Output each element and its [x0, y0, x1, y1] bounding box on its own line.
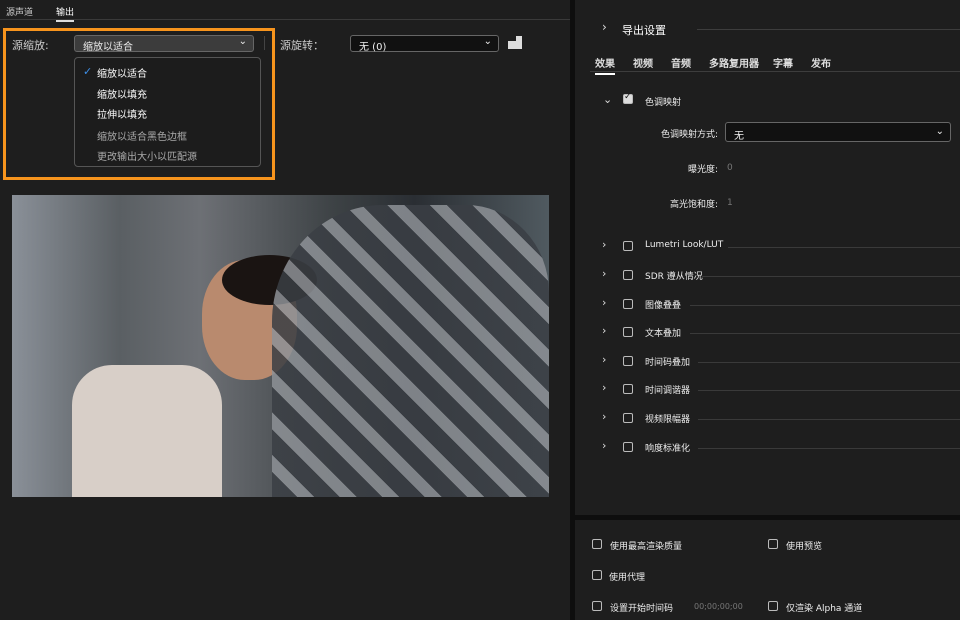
divider — [690, 305, 960, 306]
chevron-down-icon[interactable]: ⌄ — [603, 93, 612, 106]
chevron-right-icon[interactable]: › — [602, 296, 606, 309]
checkmark-icon: ✓ — [83, 65, 93, 78]
checkbox[interactable] — [623, 442, 633, 452]
tab-output[interactable]: 输出 — [56, 5, 75, 22]
checkbox[interactable] — [623, 327, 633, 337]
exposure-value[interactable]: 0 — [727, 163, 733, 173]
start-timecode-label: 设置开始时间码 — [610, 604, 674, 614]
chevron-down-icon: ⌄ — [483, 36, 492, 47]
checkbox[interactable] — [623, 413, 633, 423]
source-rotate-value: 无 (0) — [359, 42, 387, 53]
checkbox[interactable] — [623, 299, 633, 309]
source-rotate-select[interactable]: 无 (0) ⌄ — [350, 35, 499, 53]
use-proxy-label: 使用代理 — [609, 573, 646, 583]
section-title: SDR 遵从情况 — [645, 272, 703, 282]
tone-mapping-checkbox[interactable] — [623, 92, 633, 104]
chevron-right-icon[interactable]: › — [602, 238, 606, 251]
source-rotate-label: 源旋转： — [280, 39, 324, 52]
max-quality-label: 使用最高渲染质量 — [610, 542, 683, 552]
section-title: 视频限幅器 — [645, 415, 691, 425]
section-video-limiter[interactable]: › 视频限幅器 — [575, 410, 960, 430]
divider — [698, 419, 960, 420]
chevron-right-icon[interactable]: › — [602, 20, 607, 34]
tab-effects[interactable]: 效果 — [595, 55, 615, 75]
divider — [690, 333, 960, 334]
start-timecode-checkbox[interactable] — [592, 601, 602, 611]
chevron-right-icon[interactable]: › — [602, 353, 606, 366]
divider — [698, 390, 960, 391]
section-text-overlay[interactable]: › 文本叠加 — [575, 324, 960, 344]
menu-item-scale-to-fill[interactable]: 缩放以填充 — [97, 86, 147, 101]
divider — [697, 29, 960, 30]
section-loudness[interactable]: › 响度标准化 — [575, 439, 960, 459]
left-tabs: 源声道 输出 — [0, 0, 570, 22]
tab-publish[interactable]: 发布 — [811, 55, 831, 70]
section-image-overlay[interactable]: › 图像叠叠 — [575, 296, 960, 316]
source-scale-dropdown-menu: ✓ 缩放以适合 缩放以填充 拉伸以填充 缩放以适合黑色边框 更改输出大小以匹配源 — [74, 57, 261, 167]
divider — [590, 71, 960, 72]
chevron-right-icon[interactable]: › — [602, 267, 606, 280]
source-scale-value: 缩放以适合 — [83, 42, 133, 53]
rotate-icon[interactable] — [508, 36, 523, 50]
tone-mapping-title: 色调映射 — [645, 98, 682, 108]
source-output-panel: 源声道 输出 源缩放: 缩放以适合 ⌄ 源旋转： 无 (0) ⌄ ✓ 缩放以适合… — [0, 0, 570, 620]
exposure-label: 曝光度: — [687, 165, 718, 175]
menu-item-change-output-size[interactable]: 更改输出大小以匹配源 — [97, 148, 197, 163]
highlight-saturation-value[interactable]: 1 — [727, 198, 733, 208]
menu-item-stretch-to-fill[interactable]: 拉伸以填充 — [97, 106, 147, 121]
alpha-only-label: 仅渲染 Alpha 通道 — [786, 604, 863, 614]
section-timecode-overlay[interactable]: › 时间码叠加 — [575, 353, 960, 373]
max-quality-checkbox[interactable] — [592, 539, 602, 549]
export-settings-title: 导出设置 — [622, 24, 666, 37]
checkbox[interactable] — [623, 356, 633, 366]
render-options-panel: 使用最高渲染质量 使用预览 使用代理 设置开始时间码 00;00;00;00 仅… — [575, 520, 960, 620]
tone-mapping-method-label: 色调映射方式: — [660, 130, 718, 140]
section-title: 响度标准化 — [645, 444, 691, 454]
divider — [698, 362, 960, 363]
chevron-down-icon: ⌄ — [238, 36, 247, 47]
tab-multiplexer[interactable]: 多路复用器 — [709, 55, 759, 70]
checkbox[interactable] — [623, 384, 633, 394]
section-title: 图像叠叠 — [645, 301, 682, 311]
tab-video[interactable]: 视频 — [633, 55, 653, 70]
divider — [702, 276, 960, 277]
use-preview-checkbox[interactable] — [768, 539, 778, 549]
chevron-right-icon[interactable]: › — [602, 439, 606, 452]
tone-mapping-method-select[interactable]: 无 ⌄ — [725, 122, 951, 142]
divider — [698, 448, 960, 449]
divider — [264, 36, 265, 50]
chevron-right-icon[interactable]: › — [602, 410, 606, 423]
section-lumetri[interactable]: › Lumetri Look/LUT — [575, 238, 960, 258]
section-title: 文本叠加 — [645, 329, 682, 339]
section-sdr[interactable]: › SDR 遵从情况 — [575, 267, 960, 287]
tab-source-channel[interactable]: 源声道 — [6, 5, 33, 18]
section-title: 时间调谐器 — [645, 386, 691, 396]
use-preview-label: 使用预览 — [786, 542, 823, 552]
tone-mapping-method-value: 无 — [734, 131, 744, 142]
section-time-tuner[interactable]: › 时间调谐器 — [575, 381, 960, 401]
checkbox[interactable] — [623, 270, 633, 280]
section-title: Lumetri Look/LUT — [645, 240, 724, 250]
highlight-saturation-label: 高光饱和度: — [669, 200, 718, 210]
checkbox[interactable] — [623, 241, 633, 251]
source-scale-select[interactable]: 缩放以适合 ⌄ — [74, 35, 254, 53]
alpha-only-checkbox[interactable] — [768, 601, 778, 611]
source-scale-label: 源缩放: — [12, 39, 49, 52]
video-preview — [12, 195, 549, 497]
export-settings-panel: › 导出设置 效果 视频 音频 多路复用器 字幕 发布 ⌄ 色调映射 色调映射方… — [575, 0, 960, 515]
divider — [728, 247, 960, 248]
chevron-right-icon[interactable]: › — [602, 381, 606, 394]
menu-item-fit-black-borders[interactable]: 缩放以适合黑色边框 — [97, 128, 187, 143]
timecode-value[interactable]: 00;00;00;00 — [694, 602, 743, 611]
tab-captions[interactable]: 字幕 — [773, 55, 793, 70]
chevron-right-icon[interactable]: › — [602, 324, 606, 337]
section-title: 时间码叠加 — [645, 358, 691, 368]
tab-audio[interactable]: 音频 — [671, 55, 691, 70]
chevron-down-icon: ⌄ — [935, 126, 944, 137]
menu-item-scale-to-fit[interactable]: 缩放以适合 — [97, 65, 147, 80]
use-proxy-checkbox[interactable] — [592, 570, 602, 580]
